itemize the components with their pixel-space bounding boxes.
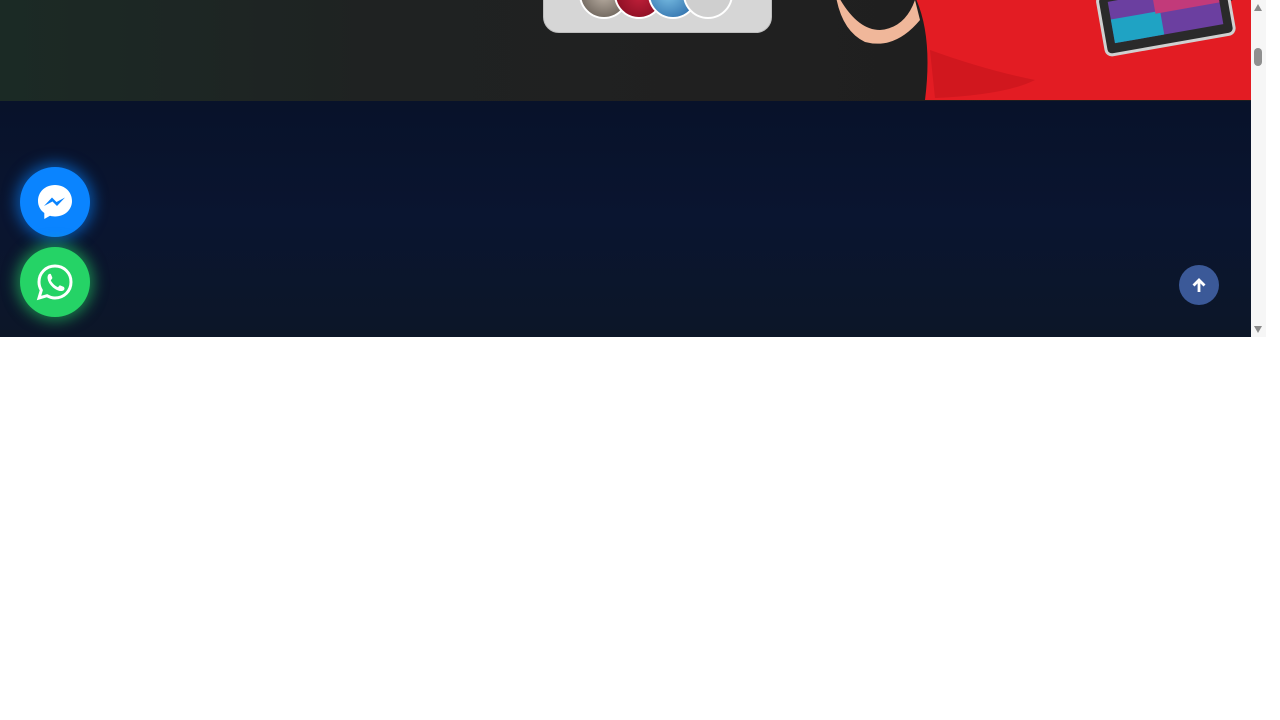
avatar: [683, 0, 733, 19]
scroll-thumb[interactable]: [1254, 48, 1262, 66]
back-to-top-button[interactable]: [1179, 265, 1219, 305]
scroll-down-arrow-icon[interactable]: [1254, 326, 1262, 333]
blank-area: [0, 337, 1280, 720]
avatars-card: [543, 0, 772, 33]
hero-person-image: [836, 0, 1251, 100]
scroll-up-arrow-icon[interactable]: [1254, 4, 1262, 11]
whatsapp-button[interactable]: [20, 247, 90, 317]
messenger-button[interactable]: [20, 167, 90, 237]
hero-section: [0, 0, 1251, 101]
vertical-scrollbar[interactable]: [1251, 0, 1266, 337]
whatsapp-icon: [36, 264, 73, 301]
arrow-up-icon: [1192, 278, 1206, 292]
messenger-icon: [38, 185, 72, 219]
page-viewport: [0, 0, 1251, 337]
dark-section: [0, 101, 1251, 337]
